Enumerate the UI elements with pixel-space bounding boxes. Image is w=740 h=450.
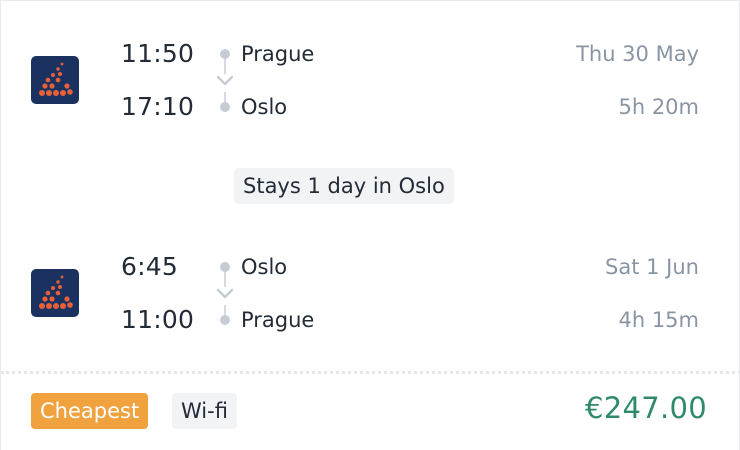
departure-time: 6:45 [121, 252, 178, 281]
airline-logo-icon [31, 269, 79, 317]
destination-city: Prague [241, 308, 315, 332]
flight-duration: 4h 15m [618, 308, 699, 332]
stay-duration-badge: Stays 1 day in Oslo [234, 168, 454, 204]
destination-city: Oslo [241, 95, 288, 119]
origin-city: Oslo [241, 255, 288, 279]
flight-duration: 5h 20m [618, 95, 699, 119]
origin-city: Prague [241, 42, 315, 66]
price-label[interactable]: €247.00 [585, 391, 707, 425]
arrival-time: 17:10 [121, 92, 195, 121]
flight-date: Thu 30 May [576, 42, 699, 66]
cheapest-badge: Cheapest [31, 393, 149, 429]
flight-date: Sat 1 Jun [605, 255, 699, 279]
route-timeline-icon [214, 257, 236, 335]
arrival-time: 11:00 [121, 305, 195, 334]
outbound-leg: 11:50 17:10 Prague Oslo Thu 30 May 5h 20… [1, 29, 740, 129]
departure-time: 11:50 [121, 39, 195, 68]
flight-result-card[interactable]: 11:50 17:10 Prague Oslo Thu 30 May 5h 20… [0, 0, 740, 450]
airline-logo-icon [31, 56, 79, 104]
return-leg: 6:45 11:00 Oslo Prague Sat 1 Jun 4h 15m [1, 242, 740, 342]
route-timeline-icon [214, 44, 236, 122]
dotted-divider [1, 371, 740, 374]
wifi-badge: Wi-fi [172, 393, 237, 429]
